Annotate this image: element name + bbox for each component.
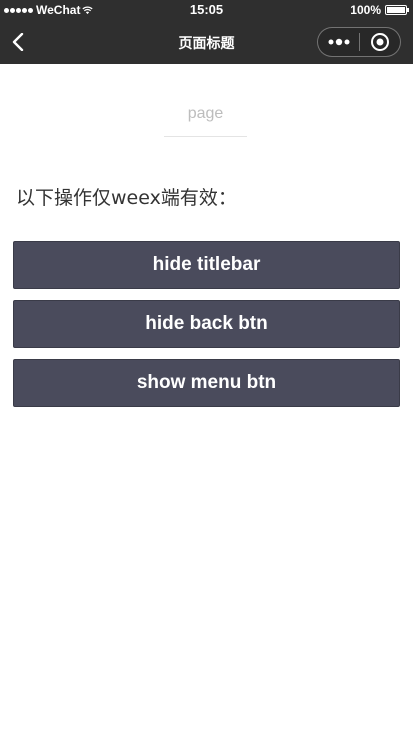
menu-capsule	[317, 27, 401, 57]
hide-back-button[interactable]: hide back btn	[13, 300, 400, 348]
page-label: page	[164, 104, 247, 137]
battery-percent: 100%	[350, 3, 381, 17]
status-bar: WeChat 15:05 100%	[0, 0, 413, 20]
navigation-bar: 页面标题	[0, 20, 413, 64]
battery-icon	[385, 5, 409, 15]
close-miniprogram-button[interactable]	[360, 28, 400, 56]
more-button[interactable]	[318, 28, 359, 56]
target-circle-icon	[371, 33, 389, 51]
hide-titlebar-button[interactable]: hide titlebar	[13, 241, 400, 289]
status-right: 100%	[350, 3, 409, 17]
more-dots-icon	[328, 38, 349, 46]
show-menu-button[interactable]: show menu btn	[13, 359, 400, 407]
weex-notice-text: 以下操作仅weex端有效：	[16, 187, 237, 209]
